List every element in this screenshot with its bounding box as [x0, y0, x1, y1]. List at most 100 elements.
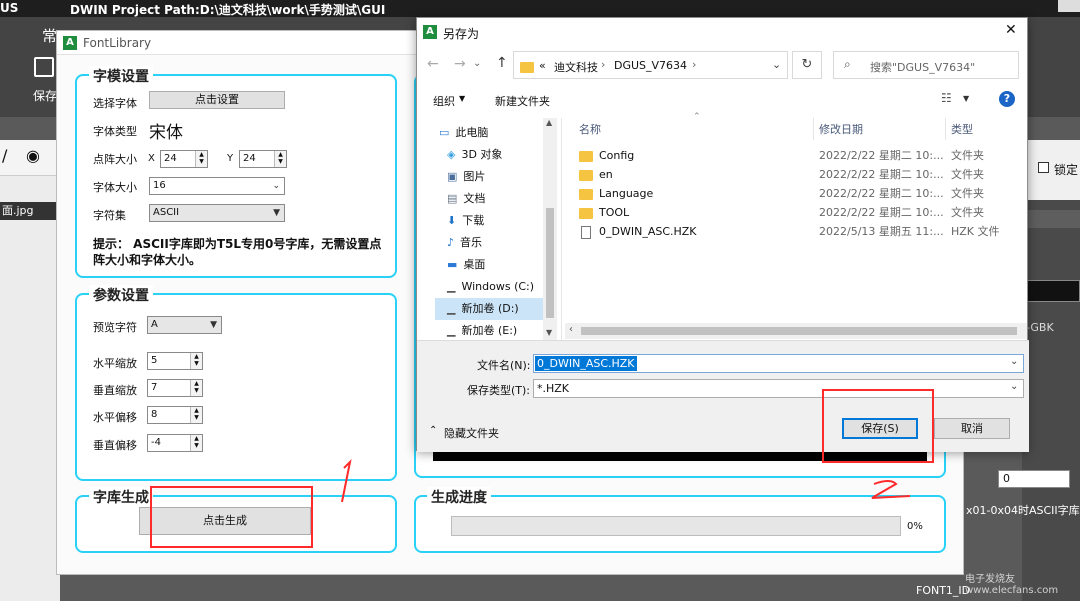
- drive-icon: ▁: [447, 280, 456, 293]
- file-row[interactable]: 0_DWIN_ASC.HZK 2022/5/13 星期五 11:... HZK 文件: [579, 222, 1029, 241]
- scroll-thumb[interactable]: [546, 208, 554, 318]
- nav-item[interactable]: ♪ 音乐: [439, 232, 549, 254]
- file-type: 文件夹: [951, 149, 984, 162]
- eye-icon[interactable]: ◉: [26, 146, 40, 165]
- chevron-right-icon: ›: [692, 58, 697, 71]
- chevron-down-icon[interactable]: ⌄: [1010, 381, 1018, 392]
- organize-button[interactable]: 组织: [433, 93, 455, 109]
- stepper-arrows-icon[interactable]: ▲ ▼: [274, 151, 286, 167]
- lock-checkbox[interactable]: [1038, 162, 1049, 173]
- nav-item[interactable]: ◈ 3D 对象: [439, 144, 549, 166]
- app-logo-icon: A: [63, 36, 77, 50]
- desktop-icon: ▬: [447, 258, 458, 271]
- save-as-dialog: A 另存为 ✕ ← → ⌄ ↑ « 迪文科技 › DGUS_V7634 › ⌄ …: [416, 17, 1029, 452]
- file-row[interactable]: Language 2022/2/22 星期二 10:... 文件夹: [579, 184, 1029, 203]
- column-date[interactable]: 修改日期: [819, 121, 863, 137]
- save-icon[interactable]: [34, 57, 54, 77]
- dot-y-stepper[interactable]: 24 ▲ ▼: [239, 150, 287, 168]
- refresh-icon[interactable]: ↻: [792, 51, 822, 79]
- file-date: 2022/2/22 星期二 10:...: [819, 187, 944, 200]
- folder-icon: [579, 150, 593, 162]
- back-arrow-icon[interactable]: ←: [427, 56, 439, 72]
- font-size-select[interactable]: 16 ⌄: [149, 177, 285, 195]
- v-offset-value: -4: [151, 437, 161, 448]
- cancel-button[interactable]: 取消: [934, 418, 1010, 439]
- nav-scrollbar[interactable]: ▲ ▼: [543, 118, 557, 340]
- stepper-arrows-icon[interactable]: ▲ ▼: [190, 353, 202, 369]
- chevron-down-icon[interactable]: ⌄: [772, 58, 781, 71]
- stepper-arrows-icon[interactable]: ▲ ▼: [195, 151, 207, 167]
- nav-item[interactable]: ▭ 此电脑: [439, 122, 549, 144]
- v-offset-stepper[interactable]: -4 ▲ ▼: [147, 434, 203, 452]
- file-row[interactable]: Config 2022/2/22 星期二 10:... 文件夹: [579, 146, 1029, 165]
- forward-arrow-icon[interactable]: →: [454, 56, 466, 72]
- left-file-item[interactable]: 面.jpg: [0, 202, 60, 220]
- nav-item[interactable]: ▬ 桌面: [439, 254, 549, 276]
- search-input[interactable]: ⌕ 搜索"DGUS_V7634": [833, 51, 1019, 79]
- search-icon: ⌕: [844, 57, 851, 71]
- h-scale-stepper[interactable]: 5 ▲ ▼: [147, 352, 203, 370]
- file-list: ⌃ 名称 修改日期 类型 Config 2022/2/22 星期二 10:... 文…: [565, 112, 1029, 340]
- file-row[interactable]: TOOL 2022/2/22 星期二 10:... 文件夹: [579, 203, 1029, 222]
- nav-item[interactable]: ▁ 新加卷 (D:): [435, 298, 549, 320]
- file-row[interactable]: en 2022/2/22 星期二 10:... 文件夹: [579, 165, 1029, 184]
- ribbon-tab[interactable]: 常: [42, 25, 57, 46]
- view-options-icon[interactable]: ☷: [941, 91, 952, 105]
- progress-percent: 0%: [907, 521, 923, 532]
- nav-item[interactable]: ▁ Windows (C:): [439, 276, 549, 298]
- right-value-field[interactable]: 0: [998, 470, 1070, 488]
- nav-item[interactable]: ▤ 文档: [439, 188, 549, 210]
- nav-item[interactable]: ▁ 新加卷 (E:): [439, 320, 549, 340]
- breadcrumb-prefix[interactable]: «: [539, 59, 546, 72]
- nav-item[interactable]: ▣ 图片: [439, 166, 549, 188]
- drive-icon: ▁: [447, 302, 456, 315]
- dot-x-stepper[interactable]: 24 ▲ ▼: [160, 150, 208, 168]
- preview-char-select[interactable]: A ▼: [147, 316, 222, 334]
- generate-title: 字库生成: [89, 487, 153, 507]
- chevron-down-icon[interactable]: ⌄: [1010, 356, 1018, 367]
- scroll-down-icon[interactable]: ▼: [546, 328, 552, 337]
- address-bar[interactable]: « 迪文科技 › DGUS_V7634 › ⌄: [513, 51, 788, 79]
- cube-icon: ◈: [447, 148, 456, 161]
- scroll-up-icon[interactable]: ▲: [546, 118, 552, 127]
- filetype-select[interactable]: *.HZK ⌄: [533, 379, 1024, 398]
- horizontal-scrollbar[interactable]: ‹: [565, 323, 1027, 339]
- chevron-down-icon: ⌄: [272, 181, 280, 191]
- window-control[interactable]: [1058, 0, 1080, 12]
- preview-char-value: A: [151, 319, 158, 330]
- dropdown-arrow-icon[interactable]: ▼: [963, 94, 969, 103]
- chevron-up-icon[interactable]: ⌃: [429, 425, 437, 436]
- stepper-arrows-icon[interactable]: ▲ ▼: [190, 435, 202, 451]
- up-arrow-icon[interactable]: ↑: [496, 55, 508, 71]
- ribbon-save-label[interactable]: 保存: [33, 87, 57, 104]
- breadcrumb-item[interactable]: 迪文科技: [554, 59, 598, 75]
- font-library-title: FontLibrary: [83, 36, 152, 50]
- scroll-thumb[interactable]: [581, 327, 1017, 335]
- file-icon: [581, 225, 591, 239]
- right-field[interactable]: [1026, 210, 1080, 228]
- sort-ascending-icon: ⌃: [693, 112, 701, 122]
- right-color-field[interactable]: [1026, 280, 1080, 302]
- breadcrumb-item[interactable]: DGUS_V7634: [614, 59, 687, 72]
- stepper-arrows-icon[interactable]: ▲ ▼: [190, 380, 202, 396]
- select-font-button[interactable]: 点击设置: [149, 91, 285, 109]
- scroll-left-icon[interactable]: ‹: [569, 324, 573, 335]
- close-icon[interactable]: ✕: [1005, 22, 1017, 38]
- column-name[interactable]: 名称: [579, 121, 601, 137]
- column-type[interactable]: 类型: [951, 121, 973, 137]
- chevron-down-icon[interactable]: ⌄: [473, 58, 481, 69]
- chevron-right-icon: ›: [601, 58, 606, 71]
- help-icon[interactable]: ?: [999, 91, 1015, 107]
- charset-select[interactable]: ASCII ▼: [149, 204, 285, 222]
- nav-item-label: 桌面: [463, 258, 486, 271]
- h-offset-stepper[interactable]: 8 ▲ ▼: [147, 406, 203, 424]
- stepper-arrows-icon[interactable]: ▲ ▼: [190, 407, 202, 423]
- filename-input[interactable]: 0_DWIN_ASC.HZK ⌄: [533, 354, 1024, 373]
- dropdown-arrow-icon[interactable]: ▼: [459, 94, 465, 103]
- hide-folders-toggle[interactable]: 隐藏文件夹: [444, 425, 499, 441]
- pen-icon[interactable]: /: [2, 146, 7, 165]
- music-icon: ♪: [447, 236, 455, 249]
- new-folder-button[interactable]: 新建文件夹: [495, 93, 550, 109]
- nav-item[interactable]: ⬇ 下载: [439, 210, 549, 232]
- v-scale-stepper[interactable]: 7 ▲ ▼: [147, 379, 203, 397]
